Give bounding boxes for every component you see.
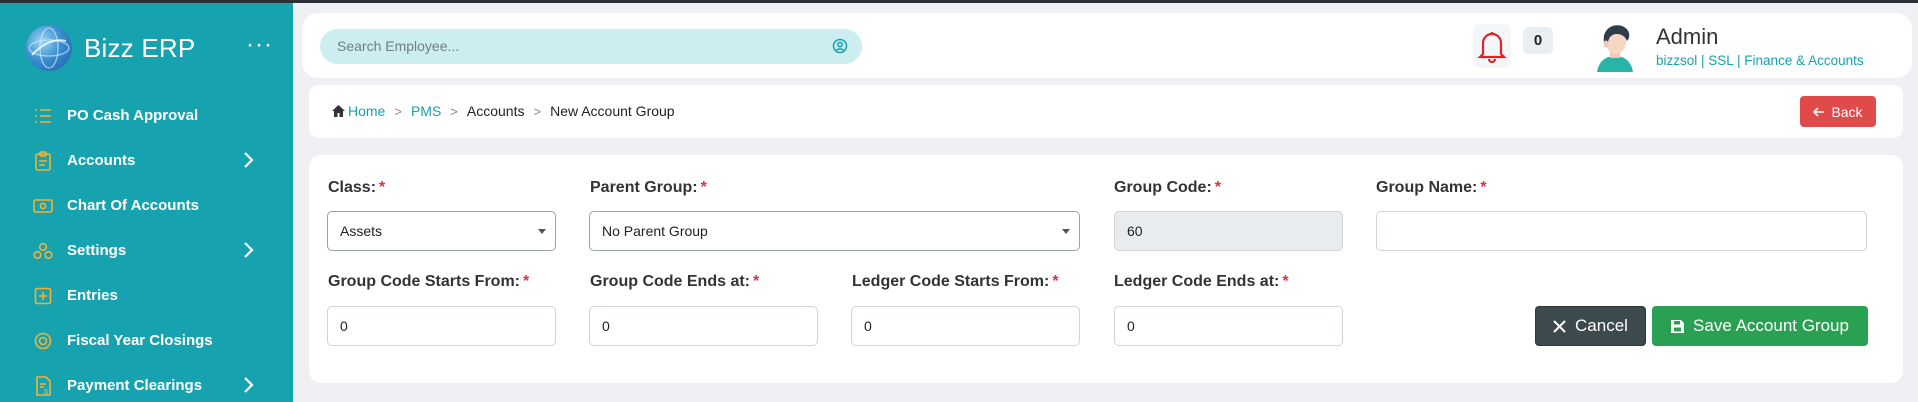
user-avatar[interactable] [1591,22,1639,72]
ledger-code-starts-from-field[interactable]: 0 [851,306,1080,346]
sidebar-item-label: Entries [67,287,118,304]
chevron-right-icon[interactable] [242,376,254,394]
sidebar-item-label: PO Cash Approval [67,107,199,124]
user-name[interactable]: Admin [1656,24,1718,50]
arrow-left-icon [1813,106,1825,117]
app-name: Bizz ERP [84,32,196,63]
class-label: Class: * [328,179,386,196]
more-options-icon[interactable]: ··· [246,31,273,59]
group-code-label: Group Code: * [1114,179,1221,196]
sidebar-item-label: Accounts [67,152,136,169]
group-code-starts-from-value: 0 [340,318,348,334]
group-code-field: 60 [1114,211,1343,251]
ledger-code-starts-from-label: Ledger Code Starts From: * [852,273,1059,290]
clipboard-icon [33,150,53,171]
back-button-label: Back [1831,103,1863,120]
user-organization: bizzsol | SSL | Finance & Accounts [1656,53,1864,68]
sidebar-item-fiscal-year-closings[interactable]: Fiscal Year Closings [0,318,293,363]
sidebar-item-label: Payment Clearings [67,377,203,394]
group-code-starts-from-field[interactable]: 0 [327,306,556,346]
chevron-right-icon[interactable] [242,241,254,259]
group-code-value: 60 [1127,223,1143,239]
breadcrumb-home-label: Home [348,103,386,119]
class-select[interactable]: Assets [327,211,556,251]
sidebar-item-payment-clearings[interactable]: $ Payment Clearings [0,363,293,402]
sidebar-menu: PO Cash Approval Accounts Chart Of Accou… [0,93,293,402]
breadcrumb-item-pms[interactable]: PMS [411,103,441,119]
ledger-code-starts-from-value: 0 [864,318,872,334]
group-code-ends-at-field[interactable]: 0 [589,306,818,346]
settings-cluster-icon [33,241,53,261]
ledger-code-ends-at-field[interactable]: 0 [1114,306,1343,346]
coin-icon [33,331,53,351]
sidebar-item-accounts[interactable]: Accounts [0,138,293,183]
list-check-icon [33,106,53,126]
money-bill-icon [33,196,53,216]
caret-down-icon [1062,229,1070,234]
home-icon [332,105,345,117]
breadcrumb: Home > PMS > Accounts > New Account Grou… [332,103,675,119]
caret-down-icon [538,229,546,234]
parent-group-select-value: No Parent Group [602,223,708,239]
breadcrumb-home[interactable]: Home [332,103,385,119]
search-placeholder: Search Employee... [337,38,460,54]
parent-group-label: Parent Group: * [590,179,707,196]
save-account-group-button[interactable]: Save Account Group [1652,306,1868,346]
breadcrumb-item-current: New Account Group [550,103,675,119]
ledger-code-ends-at-label: Ledger Code Ends at: * [1114,273,1289,290]
cancel-button-label: Cancel [1575,316,1628,335]
group-code-ends-at-value: 0 [602,318,610,334]
close-icon [1553,319,1566,333]
group-code-ends-at-label: Group Code Ends at: * [590,273,760,290]
group-name-label: Group Name: * [1376,179,1487,196]
group-name-field[interactable] [1376,211,1867,251]
sidebar-item-label: Chart Of Accounts [67,197,199,214]
sidebar-item-settings[interactable]: Settings [0,228,293,273]
account-group-form [309,155,1903,383]
notification-count-badge: 0 [1523,27,1553,54]
receipt-dollar-icon: $ [33,375,53,396]
group-code-starts-from-label: Group Code Starts From: * [328,273,530,290]
breadcrumb-item-accounts: Accounts [466,103,525,119]
sidebar-item-chart-of-accounts[interactable]: Chart Of Accounts [0,183,293,228]
breadcrumb-separator-icon: > [394,103,402,119]
save-button-label: Save Account Group [1693,316,1849,335]
cancel-button[interactable]: Cancel [1535,306,1646,346]
sidebar-item-entries[interactable]: Entries [0,273,293,318]
chevron-right-icon[interactable] [242,151,254,169]
search-input[interactable]: Search Employee... [320,29,862,64]
save-icon [1671,319,1685,333]
sidebar-item-po-cash-approval[interactable]: PO Cash Approval [0,93,293,138]
bell-icon [1477,32,1507,63]
sidebar-item-label: Fiscal Year Closings [67,332,213,349]
class-select-value: Assets [340,223,383,239]
user-search-icon[interactable] [832,38,848,59]
sidebar: Bizz ERP ··· PO Cash Approval Accounts C… [0,3,293,402]
ledger-code-ends-at-value: 0 [1127,318,1135,334]
breadcrumb-separator-icon: > [533,103,542,119]
notification-button[interactable] [1473,24,1511,68]
plus-square-icon [33,286,53,306]
globe-logo-icon [26,25,72,71]
breadcrumb-separator-icon: > [450,103,458,119]
svg-text:$: $ [44,389,48,396]
back-button[interactable]: Back [1800,96,1876,127]
parent-group-select[interactable]: No Parent Group [589,211,1080,251]
brand[interactable]: Bizz ERP [26,23,195,73]
sidebar-item-label: Settings [67,242,127,259]
